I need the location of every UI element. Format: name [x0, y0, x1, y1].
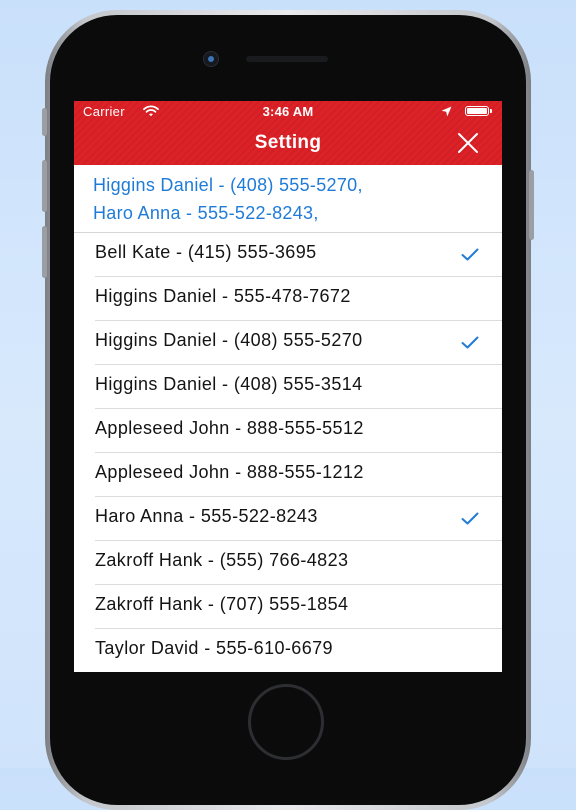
battery-icon: [465, 106, 492, 116]
checkmark-icon: [461, 512, 479, 525]
close-button[interactable]: [452, 129, 482, 159]
volume-down-button: [42, 226, 47, 278]
checkmark-icon: [461, 248, 479, 261]
contact-list[interactable]: Bell Kate - (415) 555-3695 Higgins Danie…: [74, 233, 502, 672]
selected-contacts-summary[interactable]: Higgins Daniel - (408) 555-5270, Haro An…: [74, 165, 502, 233]
contact-row[interactable]: Appleseed John - 888-555-5512: [74, 409, 502, 453]
page-title: Setting: [254, 132, 322, 153]
contact-row[interactable]: Higgins Daniel - (408) 555-3514: [74, 365, 502, 409]
contact-row[interactable]: Higgins Daniel - (408) 555-5270: [74, 321, 502, 365]
volume-up-button: [42, 160, 47, 212]
close-icon: [458, 133, 478, 153]
contact-label: Higgins Daniel - 555-478-7672: [95, 286, 351, 306]
contact-label: Appleseed John - 888-555-5512: [95, 418, 364, 438]
selected-contact-line: Haro Anna - 555-522-8243,: [93, 203, 319, 223]
navigation-header: Carrier 3:46 AM Setting: [74, 101, 502, 165]
status-time: 3:46 AM: [262, 104, 314, 119]
contact-row[interactable]: Appleseed John - 888-555-1212: [74, 453, 502, 497]
contact-row[interactable]: Zakroff Hank - (707) 555-1854: [74, 585, 502, 629]
contact-label: Bell Kate - (415) 555-3695: [95, 242, 317, 262]
status-bar: Carrier 3:46 AM: [74, 101, 502, 121]
contact-row[interactable]: Haro Anna - 555-522-8243: [74, 497, 502, 541]
home-button[interactable]: [248, 684, 324, 760]
power-button: [529, 170, 534, 240]
location-icon: [441, 106, 452, 117]
contact-label: Appleseed John - 888-555-1212: [95, 462, 364, 482]
contact-row[interactable]: Bell Kate - (415) 555-3695: [74, 233, 502, 277]
contact-label: Zakroff Hank - (555) 766-4823: [95, 550, 349, 570]
contact-row[interactable]: Taylor David - 555-610-6679: [74, 629, 502, 672]
contact-label: Higgins Daniel - (408) 555-3514: [95, 374, 363, 394]
contact-label: Higgins Daniel - (408) 555-5270: [95, 330, 363, 350]
mute-switch: [42, 108, 47, 136]
checkmark-icon: [461, 336, 479, 349]
contact-row[interactable]: Zakroff Hank - (555) 766-4823: [74, 541, 502, 585]
front-camera: [203, 51, 219, 67]
contact-label: Haro Anna - 555-522-8243: [95, 506, 318, 526]
earpiece-speaker: [246, 56, 328, 62]
contact-label: Taylor David - 555-610-6679: [95, 638, 333, 658]
contact-label: Zakroff Hank - (707) 555-1854: [95, 594, 349, 614]
phone-screen: Carrier 3:46 AM Setting Higgins Daniel -…: [74, 101, 502, 672]
contact-row[interactable]: Higgins Daniel - 555-478-7672: [74, 277, 502, 321]
selected-contact-line: Higgins Daniel - (408) 555-5270,: [93, 175, 363, 195]
